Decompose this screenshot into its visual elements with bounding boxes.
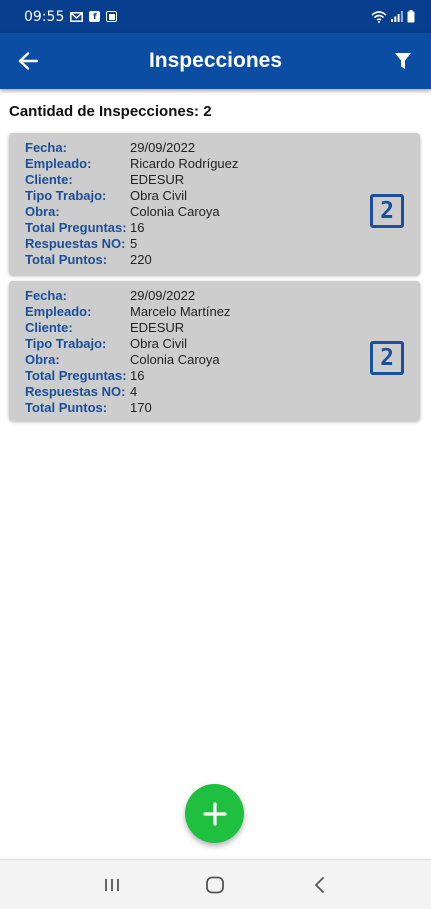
system-nav-bar: [0, 859, 431, 909]
back-icon[interactable]: [299, 865, 339, 905]
label-cliente: Cliente:: [25, 171, 73, 187]
row-fecha: Fecha: 29/09/2022: [25, 139, 238, 155]
inspection-card[interactable]: Fecha: 29/09/2022 Empleado: Ricardo Rodríg…: [9, 133, 420, 275]
app-bar: Inspecciones: [0, 33, 431, 89]
value-tipo-trabajo: Obra Civil: [130, 187, 188, 203]
row-empleado: Empleado: Marcelo Martínez: [25, 303, 230, 319]
row-obra: Obra: Colonia Caroya: [25, 203, 238, 219]
label-fecha: Fecha:: [25, 287, 67, 303]
filter-icon[interactable]: [391, 49, 415, 73]
row-obra: Obra: Colonia Caroya: [25, 351, 230, 367]
arrow-left-icon[interactable]: [16, 49, 40, 73]
inspection-card[interactable]: Fecha: 29/09/2022 Empleado: Marcelo Martín…: [9, 281, 420, 421]
row-total-preguntas: Total Preguntas: 16: [25, 367, 230, 383]
plus-icon: [202, 801, 227, 826]
version-badge-icon: 2: [370, 194, 404, 228]
label-total-puntos: Total Puntos:: [25, 251, 108, 267]
label-empleado: Empleado:: [25, 303, 92, 319]
label-tipo-trabajo: Tipo Trabajo:: [25, 187, 107, 203]
signal-icon: [391, 11, 403, 22]
value-tipo-trabajo: Obra Civil: [130, 335, 188, 351]
label-empleado: Empleado:: [25, 155, 92, 171]
row-respuestas-no: Respuestas NO: 5: [25, 235, 238, 251]
add-inspection-button[interactable]: [185, 784, 244, 843]
label-fecha: Fecha:: [25, 139, 67, 155]
value-obra: Colonia Caroya: [130, 203, 220, 219]
row-total-puntos: Total Puntos: 220: [25, 251, 238, 267]
value-cliente: EDESUR: [130, 171, 185, 187]
label-total-preguntas: Total Preguntas:: [25, 367, 127, 383]
row-total-preguntas: Total Preguntas: 16: [25, 219, 238, 235]
value-total-puntos: 170: [130, 399, 152, 415]
value-empleado: Marcelo Martínez: [130, 303, 231, 319]
row-empleado: Empleado: Ricardo Rodríguez: [25, 155, 238, 171]
value-total-preguntas: 16: [130, 219, 145, 235]
status-bar: 09:55 f: [0, 0, 431, 33]
value-fecha: 29/09/2022: [130, 287, 196, 303]
status-time: 09:55: [24, 8, 65, 25]
version-badge-icon: 2: [370, 341, 404, 375]
value-empleado: Ricardo Rodríguez: [130, 155, 239, 171]
value-total-preguntas: 16: [130, 367, 145, 383]
row-tipo-trabajo: Tipo Trabajo: Obra Civil: [25, 335, 230, 351]
value-obra: Colonia Caroya: [130, 351, 220, 367]
status-left: 09:55 f: [24, 8, 118, 25]
value-cliente: EDESUR: [130, 319, 185, 335]
home-icon[interactable]: [195, 865, 235, 905]
battery-icon: [407, 10, 415, 23]
label-respuestas-no: Respuestas NO:: [25, 383, 126, 399]
row-respuestas-no: Respuestas NO: 4: [25, 383, 230, 399]
label-respuestas-no: Respuestas NO:: [25, 235, 126, 251]
row-fecha: Fecha: 29/09/2022: [25, 287, 230, 303]
row-tipo-trabajo: Tipo Trabajo: Obra Civil: [25, 187, 238, 203]
inspection-count: Cantidad de Inspecciones: 2: [9, 103, 212, 120]
status-right: [371, 10, 415, 23]
label-cliente: Cliente:: [25, 319, 73, 335]
wifi-icon: [371, 10, 387, 23]
label-obra: Obra:: [25, 203, 60, 219]
facebook-icon: f: [89, 11, 101, 22]
inspection-details: Fecha: 29/09/2022 Empleado: Ricardo Rodríg…: [25, 139, 238, 267]
row-cliente: Cliente: EDESUR: [25, 319, 230, 335]
inspection-details: Fecha: 29/09/2022 Empleado: Marcelo Martín…: [25, 287, 230, 415]
row-total-puntos: Total Puntos: 170: [25, 399, 230, 415]
value-respuestas-no: 5: [130, 235, 138, 251]
page-title: Inspecciones: [148, 49, 283, 72]
app-notification-icon: [106, 11, 118, 22]
mail-icon: [70, 11, 84, 22]
recent-apps-icon[interactable]: [92, 865, 132, 905]
label-obra: Obra:: [25, 351, 60, 367]
value-total-puntos: 220: [130, 251, 152, 267]
label-total-preguntas: Total Preguntas:: [25, 219, 127, 235]
label-total-puntos: Total Puntos:: [25, 399, 108, 415]
value-respuestas-no: 4: [130, 383, 138, 399]
row-cliente: Cliente: EDESUR: [25, 171, 238, 187]
label-tipo-trabajo: Tipo Trabajo:: [25, 335, 107, 351]
value-fecha: 29/09/2022: [130, 139, 196, 155]
